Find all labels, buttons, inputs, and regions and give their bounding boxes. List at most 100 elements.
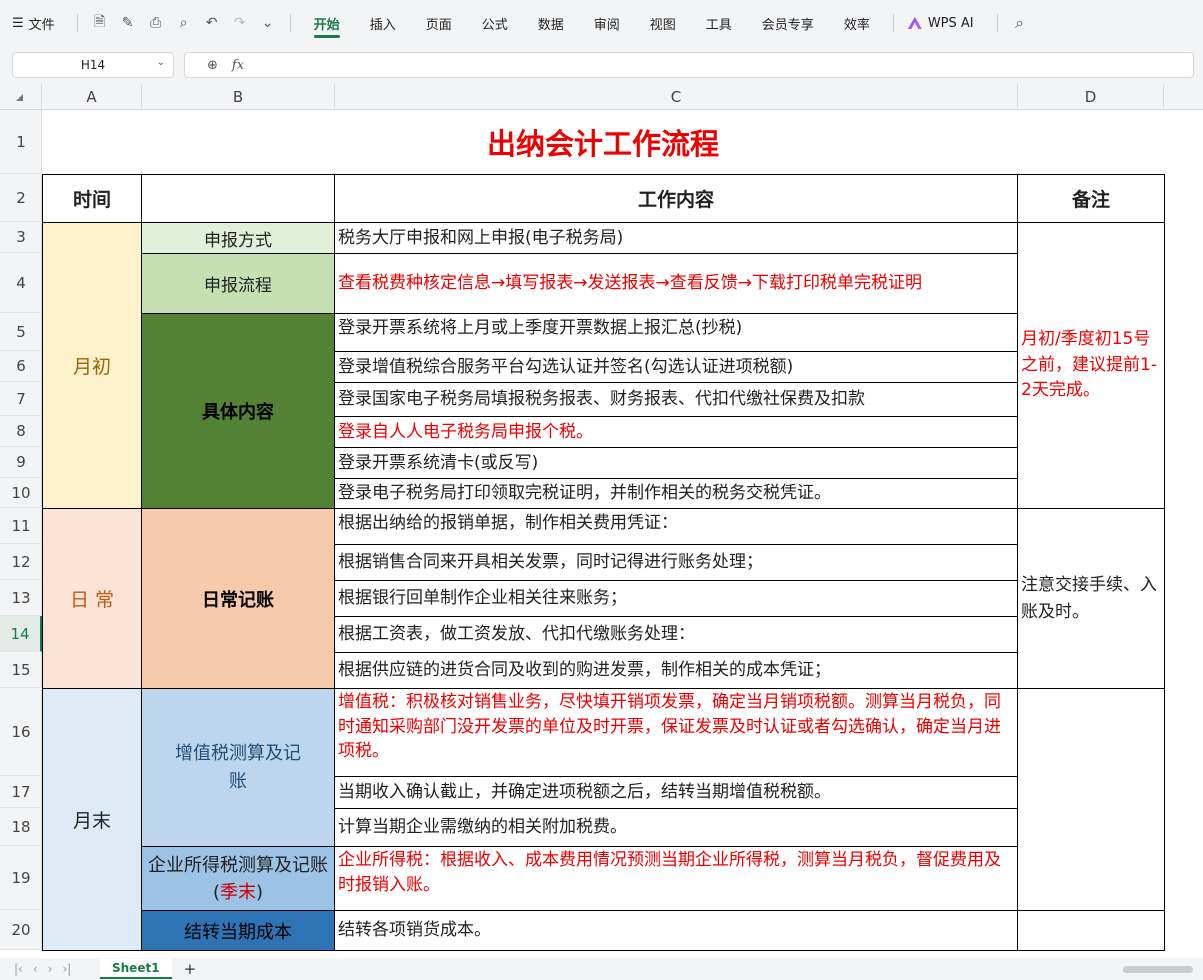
wps-ai-button[interactable]: WPS AI <box>907 0 974 46</box>
cell-c16[interactable]: 增值税：积极核对销售业务，尽快填开销项发票，确定当月销项税额。测算当月税负，同时… <box>335 689 1018 777</box>
save-icon[interactable]: 🗎 <box>91 14 109 32</box>
row-header-11[interactable]: 11 <box>0 508 42 544</box>
formula-input[interactable]: ⊕ fx <box>184 52 1194 78</box>
column-a-header[interactable]: A <box>42 84 142 110</box>
early-sub-details[interactable]: 具体内容 <box>142 314 335 509</box>
cell-c11[interactable]: 根据出纳给的报销单据，制作相关费用凭证： <box>335 509 1018 545</box>
tab-formula[interactable]: 公式 <box>482 0 508 46</box>
row-header-20[interactable]: 20 <box>0 910 42 950</box>
cell-c10[interactable]: 登录电子税务局打印领取完税证明，并制作相关的税务交税凭证。 <box>335 479 1018 509</box>
row-header-17[interactable]: 17 <box>0 776 42 808</box>
daily-sub-bookkeeping[interactable]: 日常记账 <box>142 509 335 689</box>
row-header-19[interactable]: 19 <box>0 846 42 910</box>
column-d-header[interactable]: D <box>1018 84 1164 110</box>
row-header-8[interactable]: 8 <box>0 416 42 447</box>
select-all-corner[interactable] <box>0 84 42 110</box>
cell-c19[interactable]: 企业所得税：根据收入、成本费用情况预测当期企业所得税，测算当月税负，督促费用及时… <box>335 847 1018 911</box>
cell-c15[interactable]: 根据供应链的进货合同及收到的购进发票，制作相关的成本凭证； <box>335 653 1018 689</box>
row-header-7[interactable]: 7 <box>0 382 42 416</box>
cell-c13[interactable]: 根据银行回单制作企业相关往来账务； <box>335 581 1018 617</box>
note-daily[interactable]: 注意交接手续、入账及时。 <box>1018 509 1165 689</box>
add-sheet-button[interactable]: + <box>184 960 197 978</box>
note-early[interactable]: 月初/季度初15号之前，建议提前1-2天完成。 <box>1018 223 1165 509</box>
cell-c18[interactable]: 计算当期企业需缴纳的相关附加税费。 <box>335 809 1018 847</box>
redo-icon[interactable]: ↷ <box>231 14 249 32</box>
next-sheet-icon[interactable]: › <box>48 962 53 976</box>
formula-bar: H14 ⌄ ⊕ fx <box>0 46 1203 84</box>
row-header-12[interactable]: 12 <box>0 544 42 580</box>
period-daily[interactable]: 日 常 <box>42 509 142 689</box>
cell-c9[interactable]: 登录开票系统清卡(或反写) <box>335 448 1018 479</box>
row-header-6[interactable]: 6 <box>0 351 42 382</box>
row-header-9[interactable]: 9 <box>0 447 42 478</box>
column-b-header[interactable]: B <box>142 84 335 110</box>
header-category[interactable] <box>142 175 335 223</box>
undo-icon[interactable]: ↶ <box>203 14 221 32</box>
chevron-down-icon[interactable]: ⌄ <box>259 14 277 32</box>
late-sub-income-tax[interactable]: 企业所得税测算及记账(季末) <box>142 847 335 911</box>
horizontal-scrollbar[interactable] <box>1123 965 1193 973</box>
cell-c5[interactable]: 登录开票系统将上月或上季度开票数据上报汇总(抄税) <box>335 314 1018 352</box>
row-header-4[interactable]: 4 <box>0 253 42 313</box>
divider <box>892 14 894 32</box>
header-content[interactable]: 工作内容 <box>335 175 1018 223</box>
tab-data[interactable]: 数据 <box>538 0 564 46</box>
row-header-18[interactable]: 18 <box>0 808 42 846</box>
tab-insert[interactable]: 插入 <box>370 0 396 46</box>
last-sheet-icon[interactable]: ›| <box>62 962 71 976</box>
zoom-icon[interactable]: ⊕ <box>207 58 218 73</box>
divider <box>996 14 998 32</box>
tab-view[interactable]: 视图 <box>650 0 676 46</box>
format-painter-icon[interactable]: ✎ <box>119 14 137 32</box>
cell-c8[interactable]: 登录自人人电子税务局申报个税。 <box>335 417 1018 448</box>
cell-d20[interactable] <box>1018 911 1165 951</box>
tab-home[interactable]: 开始 <box>313 0 340 46</box>
row-header-10[interactable]: 10 <box>0 478 42 508</box>
cell-c3[interactable]: 税务大厅申报和网上申报(电子税务局) <box>335 223 1018 254</box>
row-header-2[interactable]: 2 <box>0 174 42 222</box>
sheet-title[interactable]: 出纳会计工作流程 <box>42 110 1164 174</box>
cell-c6[interactable]: 登录增值税综合服务平台勾选认证并签名(勾选认证进项税额) <box>335 352 1018 383</box>
cell-c17[interactable]: 当期收入确认截止，并确定进项税额之后，结转当期增值税税额。 <box>335 777 1018 809</box>
early-sub-process[interactable]: 申报流程 <box>142 254 335 314</box>
row-header-14[interactable]: 14 <box>0 616 42 652</box>
tab-review[interactable]: 审阅 <box>594 0 620 46</box>
divider <box>289 14 291 32</box>
row-header-15[interactable]: 15 <box>0 652 42 688</box>
tab-member[interactable]: 会员专享 <box>762 0 814 46</box>
fx-icon[interactable]: fx <box>232 58 244 73</box>
tab-page[interactable]: 页面 <box>426 0 452 46</box>
row-header-3[interactable]: 3 <box>0 222 42 253</box>
name-box[interactable]: H14 ⌄ <box>12 52 174 78</box>
row-header-5[interactable]: 5 <box>0 313 42 351</box>
first-sheet-icon[interactable]: |‹ <box>14 962 23 976</box>
header-time[interactable]: 时间 <box>42 175 142 223</box>
search-icon[interactable]: ⌕ <box>1011 13 1029 32</box>
sheet-nav: |‹ ‹ › ›| <box>0 962 100 976</box>
prev-sheet-icon[interactable]: ‹ <box>33 962 38 976</box>
cell-c4[interactable]: 查看税费种核定信息→填写报表→发送报表→查看反馈→下载打印税单完税证明 <box>335 254 1018 314</box>
tab-tools[interactable]: 工具 <box>706 0 732 46</box>
cell-c7[interactable]: 登录国家电子税务局填报税务报表、财务报表、代扣代缴社保费及扣款 <box>335 383 1018 417</box>
file-menu[interactable]: ☰ 文件 <box>12 14 55 33</box>
late-sub-cost[interactable]: 结转当期成本 <box>142 911 335 951</box>
menu-bar: ☰ 文件 🗎 ✎ ⎙ ⌕ ↶ ↷ ⌄ 开始 插入 页面 公式 数据 审阅 视图 … <box>0 0 1203 46</box>
row-header-13[interactable]: 13 <box>0 580 42 616</box>
row-header-1[interactable]: 1 <box>0 110 42 174</box>
tab-efficiency[interactable]: 效率 <box>844 0 870 46</box>
late-sub-vat[interactable]: 增值税测算及记账 <box>142 689 335 847</box>
period-late[interactable]: 月末 <box>42 689 142 951</box>
period-early[interactable]: 月初 <box>42 223 142 509</box>
note-late[interactable] <box>1018 689 1165 911</box>
wps-ai-logo-icon <box>907 17 922 29</box>
sheet-tab-sheet1[interactable]: Sheet1 <box>100 959 172 979</box>
cell-c14[interactable]: 根据工资表，做工资发放、代扣代缴账务处理： <box>335 617 1018 653</box>
header-note[interactable]: 备注 <box>1018 175 1165 223</box>
row-header-16[interactable]: 16 <box>0 688 42 776</box>
cell-c20[interactable]: 结转各项销货成本。 <box>335 911 1018 951</box>
early-sub-method[interactable]: 申报方式 <box>142 223 335 254</box>
column-c-header[interactable]: C <box>335 84 1018 110</box>
cell-c12[interactable]: 根据销售合同来开具相关发票，同时记得进行账务处理； <box>335 545 1018 581</box>
print-icon[interactable]: ⎙ <box>147 14 165 32</box>
print-preview-icon[interactable]: ⌕ <box>175 14 193 32</box>
